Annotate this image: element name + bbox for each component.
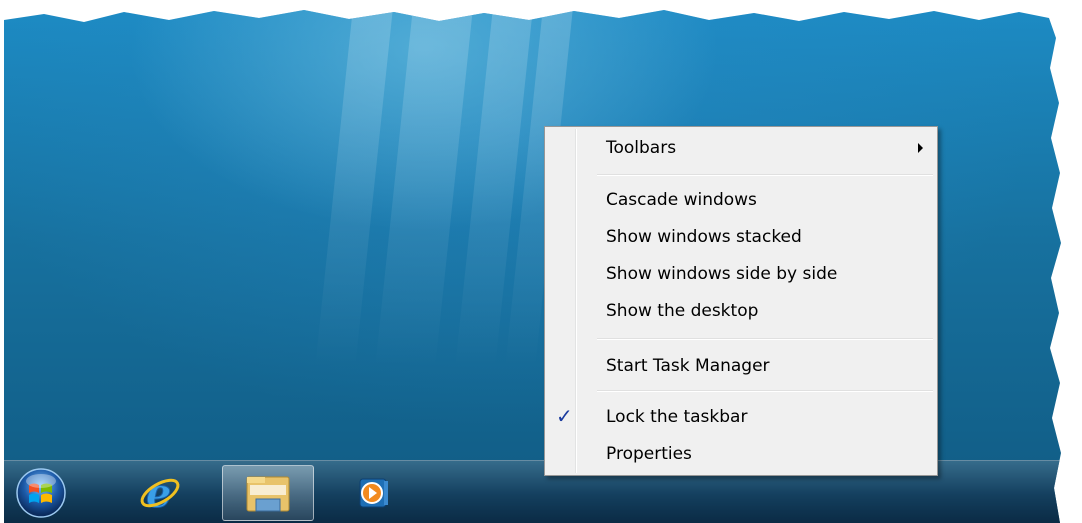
menu-separator (597, 338, 933, 340)
internet-explorer-button[interactable]: e (120, 465, 200, 521)
menu-separator (597, 174, 933, 176)
menu-separator (597, 390, 933, 392)
menu-item-show-the-desktop[interactable]: Show the desktop (547, 296, 935, 326)
windows-explorer-button[interactable] (222, 465, 314, 521)
windows-media-player-icon (359, 478, 388, 508)
menu-item-toolbars[interactable]: Toolbars (547, 133, 935, 163)
windows-media-player-button[interactable] (334, 465, 414, 521)
menu-item-label: Properties (606, 444, 692, 464)
taskbar-context-menu: Toolbars Cascade windows Show windows st… (544, 126, 938, 476)
menu-item-label: Toolbars (606, 138, 677, 158)
menu-item-show-windows-side-by-side[interactable]: Show windows side by side (547, 259, 935, 289)
menu-item-start-task-manager[interactable]: Start Task Manager (547, 351, 935, 381)
menu-item-properties[interactable]: Properties (547, 439, 935, 469)
start-button[interactable] (6, 465, 76, 521)
submenu-arrow-icon (918, 143, 923, 153)
internet-explorer-icon: e (140, 471, 180, 515)
menu-item-show-windows-stacked[interactable]: Show windows stacked (547, 222, 935, 252)
menu-item-cascade-windows[interactable]: Cascade windows (547, 185, 935, 215)
menu-item-label: Lock the taskbar (606, 407, 748, 427)
menu-item-label: Show windows side by side (606, 264, 838, 284)
windows-explorer-icon (246, 476, 290, 512)
desktop-screenshot: e Toolbars Cascade windows Show windows … (4, 10, 1061, 523)
checkmark-icon: ✓ (556, 404, 573, 428)
windows-start-orb-icon (16, 468, 66, 518)
menu-item-label: Start Task Manager (606, 356, 770, 376)
light-ray (375, 10, 473, 368)
menu-item-lock-the-taskbar[interactable]: ✓ Lock the taskbar (547, 402, 935, 432)
menu-item-label: Show the desktop (606, 301, 759, 321)
svg-text:e: e (146, 471, 171, 515)
menu-item-label: Show windows stacked (606, 227, 802, 247)
menu-item-label: Cascade windows (606, 190, 757, 210)
